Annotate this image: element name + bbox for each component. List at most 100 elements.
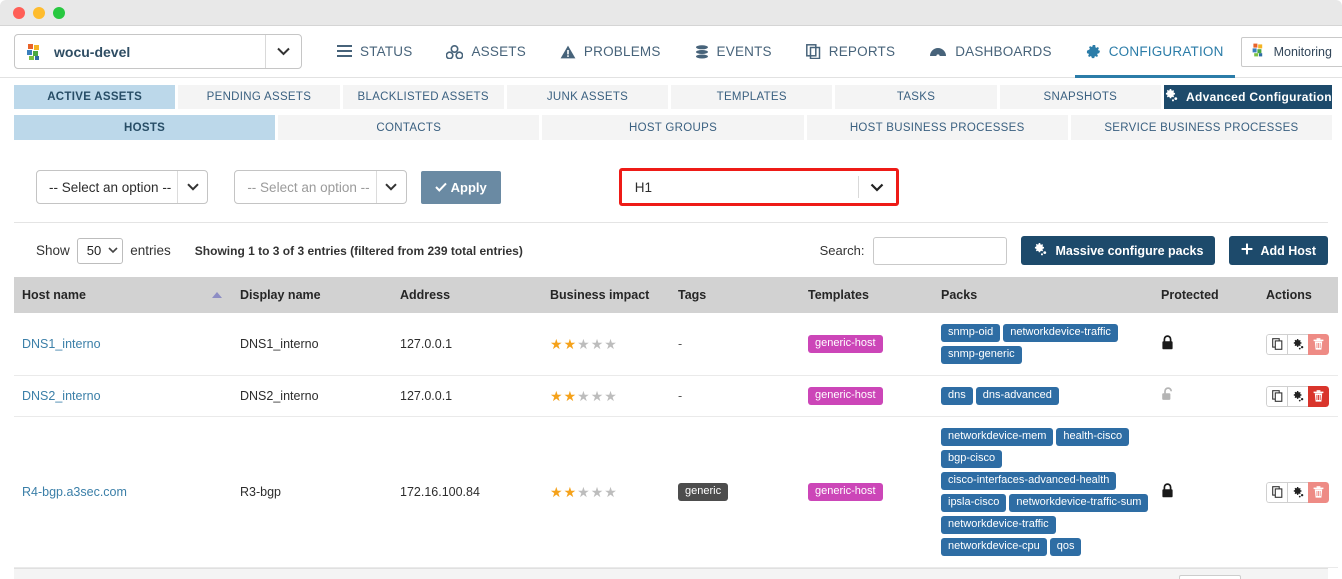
add-host-button[interactable]: Add Host (1229, 236, 1328, 265)
template-badge[interactable]: generic-host (808, 387, 883, 405)
search-input[interactable] (873, 236, 1008, 265)
clone-icon[interactable] (1266, 481, 1287, 503)
cell-packs: snmp-oid networkdevice-traffic snmp-gene… (933, 313, 1153, 376)
pack-badge[interactable]: dns (941, 387, 973, 405)
column-header-host-name[interactable]: Host name (14, 277, 232, 313)
tab-service-business-processes[interactable]: SERVICE BUSINESS PROCESSES (1070, 115, 1333, 140)
chevron-down-icon[interactable] (265, 35, 301, 68)
pack-badge[interactable]: cisco-interfaces-advanced-health (941, 472, 1117, 490)
column-header-tags[interactable]: Tags (670, 277, 800, 313)
cell-tags: generic (670, 416, 800, 568)
pack-badge[interactable]: networkdevice-cpu (941, 538, 1047, 556)
page-size-select[interactable]: 50 (76, 237, 124, 264)
pack-badge[interactable]: dns-advanced (975, 387, 1059, 405)
app-window: wocu-devel STATUS ASSETS PROBLEMS EVENTS… (0, 0, 1342, 579)
delete-icon[interactable] (1308, 385, 1329, 407)
pack-badge[interactable]: networkdevice-traffic (1003, 324, 1118, 342)
check-icon (434, 180, 447, 195)
tab-pending-assets[interactable]: PENDING ASSETS (178, 85, 340, 109)
sort-ascending-icon (212, 292, 222, 298)
dashboard-icon (929, 45, 947, 58)
pack-badge[interactable]: snmp-oid (941, 324, 1001, 342)
pack-badge[interactable]: networkdevice-traffic-sum (1009, 494, 1149, 512)
pack-badge[interactable]: qos (1049, 538, 1082, 556)
host-filter-select[interactable]: H1 (618, 168, 899, 206)
column-header-protected[interactable]: Protected (1153, 277, 1258, 313)
clone-icon[interactable] (1266, 385, 1287, 407)
nav-item-assets[interactable]: ASSETS (429, 26, 542, 78)
tab-active-assets[interactable]: ACTIVE ASSETS (14, 85, 176, 109)
column-header-address[interactable]: Address (392, 277, 542, 313)
packs-list: snmp-oid networkdevice-traffic snmp-gene… (933, 322, 1153, 366)
tab-templates[interactable]: TEMPLATES (671, 85, 833, 109)
delete-icon[interactable] (1308, 481, 1329, 503)
nav-item-events[interactable]: EVENTS (678, 26, 789, 78)
window-close-button[interactable] (13, 6, 25, 19)
pack-badge[interactable]: snmp-generic (941, 346, 1022, 364)
nav-item-reports[interactable]: REPORTS (789, 26, 912, 78)
tab-tasks[interactable]: TASKS (835, 85, 997, 109)
host-name-link[interactable]: DNS1_interno (22, 337, 101, 351)
top-navigation-bar: wocu-devel STATUS ASSETS PROBLEMS EVENTS… (0, 26, 1342, 78)
row-actions (1266, 481, 1329, 503)
pack-badge[interactable]: health-cisco (1056, 428, 1130, 446)
tab-snapshots[interactable]: SNAPSHOTS (999, 85, 1161, 109)
column-header-actions: Actions (1258, 277, 1338, 313)
nav-item-status[interactable]: STATUS (320, 26, 429, 78)
tab-contacts[interactable]: CONTACTS (278, 115, 540, 140)
host-name-link[interactable]: DNS2_interno (22, 389, 101, 403)
gear-icon (1086, 44, 1101, 59)
massive-configure-packs-button[interactable]: Massive configure packs (1021, 236, 1216, 265)
host-name-link[interactable]: R4-bgp.a3sec.com (22, 485, 127, 499)
tab-hosts[interactable]: HOSTS (14, 115, 276, 140)
tab-host-groups[interactable]: HOST GROUPS (542, 115, 804, 140)
cell-address: 127.0.0.1 (392, 313, 542, 376)
column-header-display-name[interactable]: Display name (232, 277, 392, 313)
warning-triangle-icon (560, 45, 576, 59)
column-label: Actions (1266, 288, 1312, 302)
nav-item-problems[interactable]: PROBLEMS (543, 26, 678, 78)
column-header-business-impact[interactable]: Business impact (542, 277, 670, 313)
lock-closed-icon (1161, 483, 1174, 501)
pack-badge[interactable]: networkdevice-traffic (941, 516, 1056, 534)
tab-blacklisted-assets[interactable]: BLACKLISTED ASSETS (342, 85, 504, 109)
configure-icon[interactable] (1287, 333, 1308, 355)
window-minimize-button[interactable] (33, 6, 45, 19)
pack-badge[interactable]: ipsla-cisco (941, 494, 1007, 512)
entries-label: entries (130, 243, 171, 258)
tab-advanced-configuration[interactable]: Advanced Configuration (1163, 85, 1332, 109)
configure-icon[interactable] (1287, 385, 1308, 407)
page-number-input[interactable] (1179, 574, 1242, 579)
nav-item-dashboards[interactable]: DASHBOARDS (912, 26, 1069, 78)
display-name-value: R3-bgp (240, 485, 281, 499)
nav-item-configuration[interactable]: CONFIGURATION (1069, 26, 1241, 78)
tag-badge[interactable]: generic (678, 483, 729, 501)
clone-icon[interactable] (1266, 333, 1287, 355)
table-header-row: Host name Display name Address Business … (14, 277, 1338, 313)
column-header-packs[interactable]: Packs (933, 277, 1153, 313)
template-badge[interactable]: generic-host (808, 483, 883, 501)
template-badge[interactable]: generic-host (808, 335, 883, 353)
column-label: Tags (678, 288, 707, 302)
cell-business-impact: ★ ★ ★ ★ ★ (542, 416, 670, 568)
window-maximize-button[interactable] (53, 6, 65, 19)
column-header-templates[interactable]: Templates (800, 277, 933, 313)
pack-badge[interactable]: networkdevice-mem (941, 428, 1054, 446)
pack-badge[interactable]: bgp-cisco (941, 450, 1003, 468)
chevron-down-icon (108, 247, 118, 254)
plus-icon (1241, 243, 1253, 258)
packs-list: dns dns-advanced (933, 385, 1153, 407)
filter-select-2[interactable]: -- Select an option -- (234, 170, 407, 204)
apply-button[interactable]: Apply (420, 170, 501, 204)
cell-business-impact: ★ ★ ★ ★ ★ (542, 313, 670, 376)
tenant-selector[interactable]: wocu-devel (14, 34, 302, 69)
tab-host-business-processes[interactable]: HOST BUSINESS PROCESSES (806, 115, 1068, 140)
address-value: 127.0.0.1 (400, 389, 453, 403)
tab-junk-assets[interactable]: JUNK ASSETS (506, 85, 669, 109)
filter-select-1[interactable]: -- Select an option -- (36, 170, 209, 204)
tab-label: TASKS (896, 91, 936, 103)
page-size-value: 50 (86, 243, 102, 258)
delete-icon[interactable] (1308, 333, 1329, 355)
monitoring-button[interactable]: Monitoring (1240, 36, 1342, 67)
configure-icon[interactable] (1287, 481, 1308, 503)
